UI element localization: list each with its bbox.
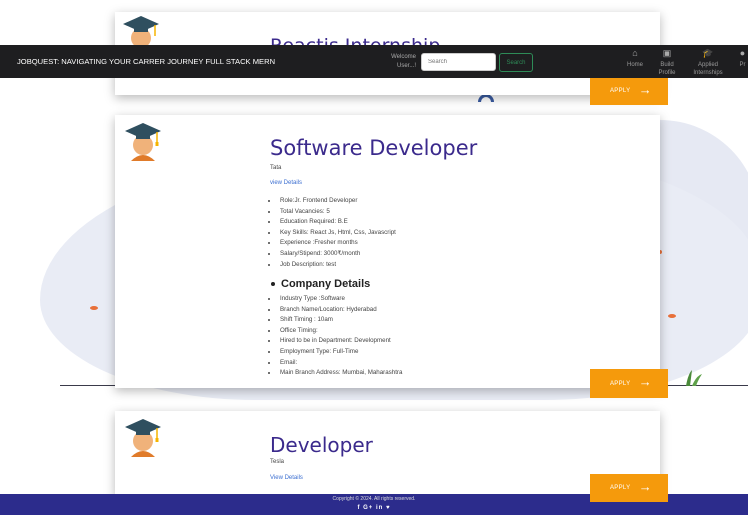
list-item: Email: bbox=[278, 358, 402, 369]
home-icon: ⌂ bbox=[632, 48, 638, 58]
job-card: Software Developer Tata view Details Rol… bbox=[115, 115, 660, 388]
nav-item-applied-internships[interactable]: 🎓 Applied Internships bbox=[688, 49, 728, 77]
nav-label: Build Profile bbox=[658, 62, 676, 76]
list-item: Main Branch Address: Mumbai, Maharashtra bbox=[278, 368, 402, 379]
nav-label: Pr bbox=[739, 62, 746, 68]
list-item: Employment Type: Full-Time bbox=[278, 347, 402, 358]
nav-label: Applied Internships bbox=[693, 62, 723, 76]
nav-item-home[interactable]: ⌂ Home bbox=[620, 49, 650, 69]
apply-button[interactable]: APPLY → bbox=[590, 369, 668, 398]
view-details-link[interactable]: view Details bbox=[270, 180, 302, 186]
user-icon: ● bbox=[739, 49, 746, 58]
arrow-right-icon: → bbox=[638, 374, 652, 389]
graduation-cap-icon: 🎓 bbox=[702, 48, 714, 58]
list-item: Shift Timing : 10am bbox=[278, 315, 402, 326]
arrow-right-icon: → bbox=[638, 479, 652, 494]
list-item: Experience :Fresher months bbox=[278, 238, 396, 249]
nav-item-profile[interactable]: ● Pr bbox=[737, 49, 748, 69]
nav-label: Home bbox=[626, 62, 643, 68]
graduate-avatar-icon bbox=[125, 123, 161, 161]
job-details-list: Role:Jr. Frontend Developer Total Vacanc… bbox=[278, 196, 396, 270]
company-details-heading: Company Details bbox=[271, 278, 370, 290]
apply-button[interactable]: APPLY → bbox=[590, 474, 668, 502]
list-item: Job Description: test bbox=[278, 260, 396, 271]
apply-label: APPLY bbox=[610, 380, 631, 387]
arrow-right-icon: → bbox=[638, 82, 652, 97]
company-name: Tesla bbox=[270, 459, 285, 465]
leaf-decoration bbox=[90, 306, 98, 310]
leaf-decoration bbox=[668, 314, 676, 318]
bullet-icon bbox=[271, 282, 275, 287]
list-item: Total Vacancies: 5 bbox=[278, 207, 396, 218]
list-item: Education Required: B.E bbox=[278, 217, 396, 228]
section-title: Company Details bbox=[281, 278, 371, 290]
job-card: Developer Tesla View Details bbox=[115, 411, 660, 496]
id-card-icon: ▣ bbox=[662, 48, 672, 58]
list-item: Industry Type :Software bbox=[278, 294, 402, 305]
company-name: Tata bbox=[270, 165, 282, 171]
search-button[interactable]: Search bbox=[499, 53, 533, 72]
list-item: Key Skills: React Js, Html, Css, Javascr… bbox=[278, 228, 396, 239]
brand-title[interactable]: JOBQUEST: NAVIGATING YOUR CARRER JOURNEY… bbox=[17, 57, 275, 66]
job-title: Developer bbox=[270, 433, 373, 457]
welcome-line: Welcome bbox=[391, 54, 416, 60]
search-input[interactable] bbox=[421, 53, 496, 71]
apply-label: APPLY bbox=[610, 485, 631, 491]
apply-button[interactable]: APPLY → bbox=[590, 77, 668, 105]
view-details-link[interactable]: View Details bbox=[270, 475, 303, 481]
list-item: Hired to be in Department: Development bbox=[278, 336, 402, 347]
job-title: Software Developer bbox=[270, 136, 478, 160]
company-details-list: Industry Type :Software Branch Name/Loca… bbox=[278, 294, 402, 379]
partial-icon bbox=[478, 94, 494, 102]
navbar: JOBQUEST: NAVIGATING YOUR CARRER JOURNEY… bbox=[0, 45, 748, 78]
apply-label: APPLY bbox=[610, 88, 631, 94]
welcome-user: User...! bbox=[396, 63, 416, 69]
welcome-text: Welcome User...! bbox=[382, 53, 416, 71]
list-item: Office Timing: bbox=[278, 326, 402, 337]
nav-item-build-profile[interactable]: ▣ Build Profile bbox=[652, 49, 682, 77]
list-item: Role:Jr. Frontend Developer bbox=[278, 196, 396, 207]
plant-decoration bbox=[686, 370, 702, 386]
social-icons[interactable]: f G+ in ♥ bbox=[0, 505, 748, 511]
graduate-avatar-icon bbox=[125, 419, 161, 457]
list-item: Salary/Stipend: 3000₹/month bbox=[278, 249, 396, 260]
list-item: Branch Name/Location: Hyderabad bbox=[278, 305, 402, 316]
